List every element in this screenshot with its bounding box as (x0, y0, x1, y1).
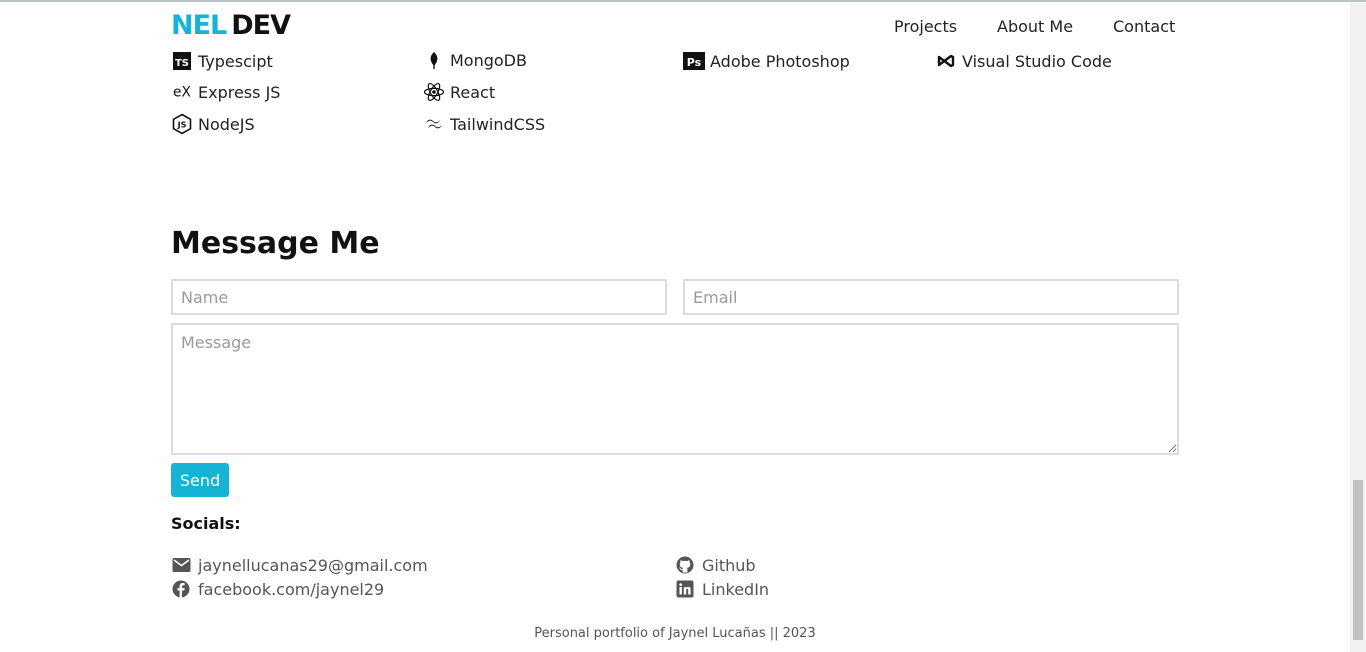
logo-part-dev: DEV (231, 10, 291, 41)
photoshop-icon: Ps (683, 50, 705, 72)
typescript-icon: TS (171, 50, 193, 72)
nodejs-icon: JS (171, 113, 193, 135)
vscode-icon (935, 50, 957, 72)
skill-label: Adobe Photoshop (710, 51, 850, 71)
social-linkedin[interactable]: LinkedIn (675, 579, 769, 599)
logo-part-nel: NEL (171, 10, 227, 41)
nav-link-about-me[interactable]: About Me (997, 17, 1073, 36)
message-textarea[interactable] (171, 323, 1179, 455)
tailwind-icon (423, 113, 445, 135)
social-github-text: Github (702, 555, 756, 575)
footer-text: Personal portfolio of Jaynel Lucañas || … (534, 626, 816, 641)
facebook-icon (171, 579, 191, 599)
skill-label: MongoDB (450, 50, 527, 70)
skill-tailwind: TailwindCSS (423, 113, 545, 135)
skill-label: Typescipt (198, 51, 273, 71)
nav-link-projects[interactable]: Projects (894, 17, 957, 36)
skill-nodejs: JS NodeJS (171, 113, 255, 135)
skill-express: eX Express JS (171, 81, 280, 103)
nav-link-contact[interactable]: Contact (1113, 17, 1175, 36)
express-icon: eX (171, 81, 193, 103)
send-button[interactable]: Send (171, 463, 229, 497)
page-content: TS Typescipt MongoDB Ps Adobe Photoshop … (0, 2, 1350, 652)
social-email-text: jaynellucanas29@gmail.com (198, 555, 428, 575)
social-linkedin-text: LinkedIn (702, 579, 770, 599)
linkedin-icon (675, 579, 695, 599)
social-facebook-text: facebook.com/jaynel29 (198, 579, 385, 599)
scrollbar-thumb[interactable] (1353, 480, 1363, 640)
social-github[interactable]: Github (675, 555, 756, 575)
navbar: NEL DEV Projects About Me Contact (0, 2, 1350, 50)
skill-typescript: TS Typescipt (171, 50, 273, 72)
mongodb-icon (423, 49, 445, 71)
social-email[interactable]: jaynellucanas29@gmail.com (171, 555, 428, 575)
skill-label: NodeJS (198, 114, 255, 134)
skill-photoshop: Ps Adobe Photoshop (683, 50, 850, 72)
skill-label: TailwindCSS (450, 114, 546, 134)
svg-text:eX: eX (173, 85, 191, 101)
socials-title: Socials: (171, 514, 241, 533)
github-icon (675, 555, 695, 575)
social-facebook[interactable]: facebook.com/jaynel29 (171, 579, 384, 599)
skill-label: React (450, 82, 496, 102)
skill-mongodb: MongoDB (423, 49, 527, 71)
svg-text:TS: TS (175, 58, 189, 69)
svg-text:JS: JS (177, 121, 187, 130)
message-heading: Message Me (171, 226, 380, 261)
skill-label: Express JS (198, 82, 281, 102)
skill-vscode: Visual Studio Code (935, 50, 1112, 72)
svg-text:Ps: Ps (687, 56, 702, 69)
name-input[interactable] (171, 279, 667, 315)
skill-label: Visual Studio Code (962, 51, 1112, 71)
email-input[interactable] (683, 279, 1179, 315)
page-scrollbar[interactable] (1350, 2, 1366, 652)
site-logo[interactable]: NEL DEV (171, 10, 291, 41)
mail-icon (171, 555, 191, 575)
react-icon (423, 81, 445, 103)
skill-react: React (423, 81, 495, 103)
